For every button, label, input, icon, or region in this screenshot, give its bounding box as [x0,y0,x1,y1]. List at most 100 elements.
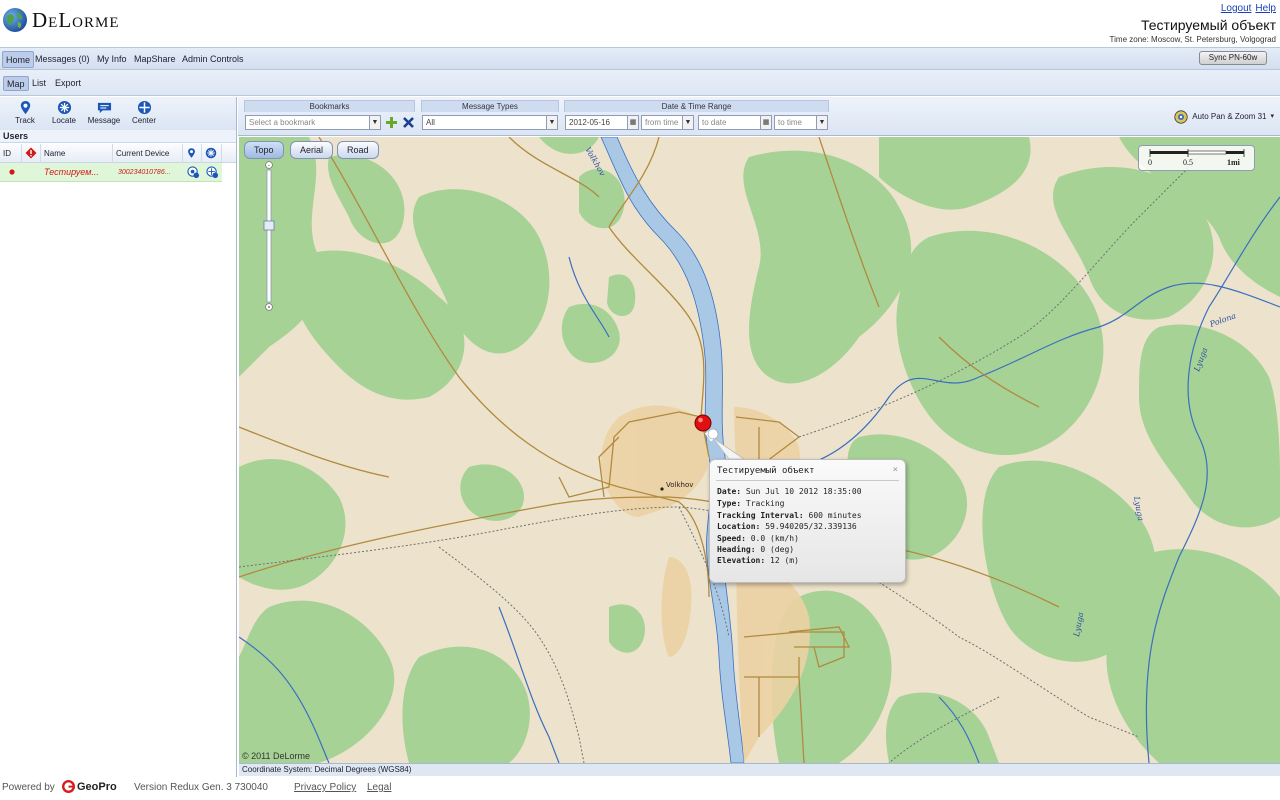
track-label: Track [15,116,35,125]
logout-link[interactable]: Logout [1221,3,1252,14]
col-alert[interactable] [22,144,41,163]
chevron-down-icon: ▼ [682,116,693,129]
user-device: 300234010786... [118,169,171,176]
place-label-volkhov: Volkhov [666,481,693,489]
auto-pan-zoom-toggle[interactable]: Auto Pan & Zoom 31 ▾ [1174,109,1274,125]
nav-home[interactable]: Home [2,51,35,68]
red-dot-icon [9,169,15,175]
main-nav: Home Messages (0) My Info MapShare Admin… [0,47,1280,70]
sync-device-button[interactable]: Sync PN-60w [1199,51,1267,65]
locate-button[interactable]: Locate [44,100,84,128]
user-name[interactable]: Тестируем... [44,163,99,182]
globe-icon [3,8,27,32]
locate-icon [57,100,71,115]
delorme-logo[interactable]: DeLorme [2,5,120,35]
calendar-icon[interactable]: ▦ [760,116,771,129]
sub-nav: Map List Export [0,70,1280,96]
left-panel: Track Locate Message Center Users ID Nam… [0,97,237,777]
from-time-select[interactable]: from time ▼ [641,115,694,130]
message-button[interactable]: Message [84,100,124,128]
col-id[interactable]: ID [0,144,22,163]
popup-heading: Heading: 0 (deg) [717,545,795,554]
center-button[interactable]: Center [124,100,164,128]
col-locate[interactable] [202,144,222,163]
topo-map-canvas[interactable]: Volkhov Polona Lyuga Lyuga Lyuga Volkhov [239,137,1280,763]
popup-close-icon[interactable]: × [893,465,898,475]
scale-label-1mi: 1mi [1227,158,1240,167]
locate-icon [205,147,217,159]
nav-messages[interactable]: Messages (0) [32,51,93,68]
popup-speed: Speed: 0.0 (km/h) [717,534,799,543]
map-type-aerial-button[interactable]: Aerial [290,141,334,159]
calendar-icon[interactable]: ▦ [627,116,638,129]
timezone-label: Time zone: Moscow, St. Petersburg, Volgo… [1109,35,1276,44]
tab-map[interactable]: Map [3,76,29,91]
user-locate-toggle[interactable] [206,163,219,182]
privacy-policy-link[interactable]: Privacy Policy [294,782,356,793]
nav-my-info[interactable]: My Info [94,51,130,68]
map-copyright: © 2011 DeLorme [242,751,311,761]
map-type-road-button[interactable]: Road [337,141,379,159]
zoom-handle [263,220,275,231]
tool-bar: Track Locate Message Center [0,97,236,130]
version-label: Version Redux Gen. 3 730040 [134,782,268,793]
auto-pan-label: Auto Pan & Zoom 31 [1192,112,1267,121]
from-date-input[interactable]: 2012-05-16 ▦ [565,115,639,130]
message-label: Message [87,116,121,125]
geopro-text: GeoPro [77,780,117,793]
center-crosshair-icon [137,100,151,115]
to-date-input[interactable]: to date ▦ [698,115,772,130]
caret-down-icon: ▾ [1270,113,1274,120]
account-title: Тестируемый объект [1140,17,1276,33]
alert-icon [25,147,37,159]
add-bookmark-plus-icon[interactable] [385,116,398,129]
bookmark-select[interactable]: Select a bookmark ▼ [245,115,381,130]
col-track[interactable] [183,144,202,163]
nav-mapshare[interactable]: MapShare [131,51,179,68]
user-track-toggle[interactable] [187,163,200,182]
to-time-value: to time [778,118,803,127]
date-range-title: Date & Time Range [564,100,829,112]
delete-bookmark-x-icon[interactable] [402,116,415,129]
track-pin-icon [20,100,30,115]
tab-list[interactable]: List [29,76,49,91]
center-label: Center [131,116,156,125]
coordinate-system-bar: Coordinate System: Decimal Degrees (WGS8… [239,763,1280,776]
from-date-value: 2012-05-16 [569,118,610,127]
legal-link[interactable]: Legal [367,782,391,793]
message-types-select[interactable]: All ▼ [422,115,558,130]
locate-label: Locate [51,116,77,125]
map-type-topo-button[interactable]: Topo [244,141,284,159]
tab-export[interactable]: Export [52,76,84,91]
track-toggle-icon [187,166,200,179]
geopro-logo[interactable]: GeoPro [62,780,117,793]
track-button[interactable]: Track [5,100,45,128]
header-links: Logout Help [1217,3,1276,14]
users-table-header: ID Name Current Device [0,144,236,163]
to-time-select[interactable]: to time ▼ [774,115,828,130]
to-date-value: to date [702,118,727,127]
col-current-device[interactable]: Current Device [113,144,183,163]
user-row[interactable]: Тестируем... 300234010786... [0,163,222,182]
bookmark-select-value: Select a bookmark [249,118,316,127]
nav-admin-controls[interactable]: Admin Controls [179,51,247,68]
app-window: DeLorme Logout Help Тестируемый объект Ti… [0,0,1280,800]
col-name[interactable]: Name [41,144,113,163]
chevron-down-icon: ▼ [546,116,557,129]
popup-interval: Tracking Interval: 600 minutes [717,511,862,520]
powered-by-label: Powered by [2,782,55,793]
popup-date: Date: Sun Jul 10 2012 18:35:00 [717,487,862,496]
from-time-value: from time [645,118,679,127]
filter-bar: Bookmarks Select a bookmark ▼ Message Ty… [238,97,1280,136]
locate-toggle-icon [206,166,219,179]
map-view[interactable]: Volkhov Polona Lyuga Lyuga Lyuga Volkhov… [239,137,1280,763]
help-link[interactable]: Help [1255,3,1276,14]
location-info-popup: Тестируемый объект × Date: Sun Jul 10 20… [709,459,906,583]
footer: Powered by GeoPro Version Redux Gen. 3 7… [0,777,1280,800]
auto-pan-icon [1174,110,1188,124]
popup-elevation: Elevation: 12 (m) [717,556,799,565]
zoom-slider[interactable] [262,161,276,311]
chevron-down-icon: ▼ [816,116,827,129]
message-types-title: Message Types [421,100,559,112]
chevron-down-icon: ▼ [369,116,380,129]
